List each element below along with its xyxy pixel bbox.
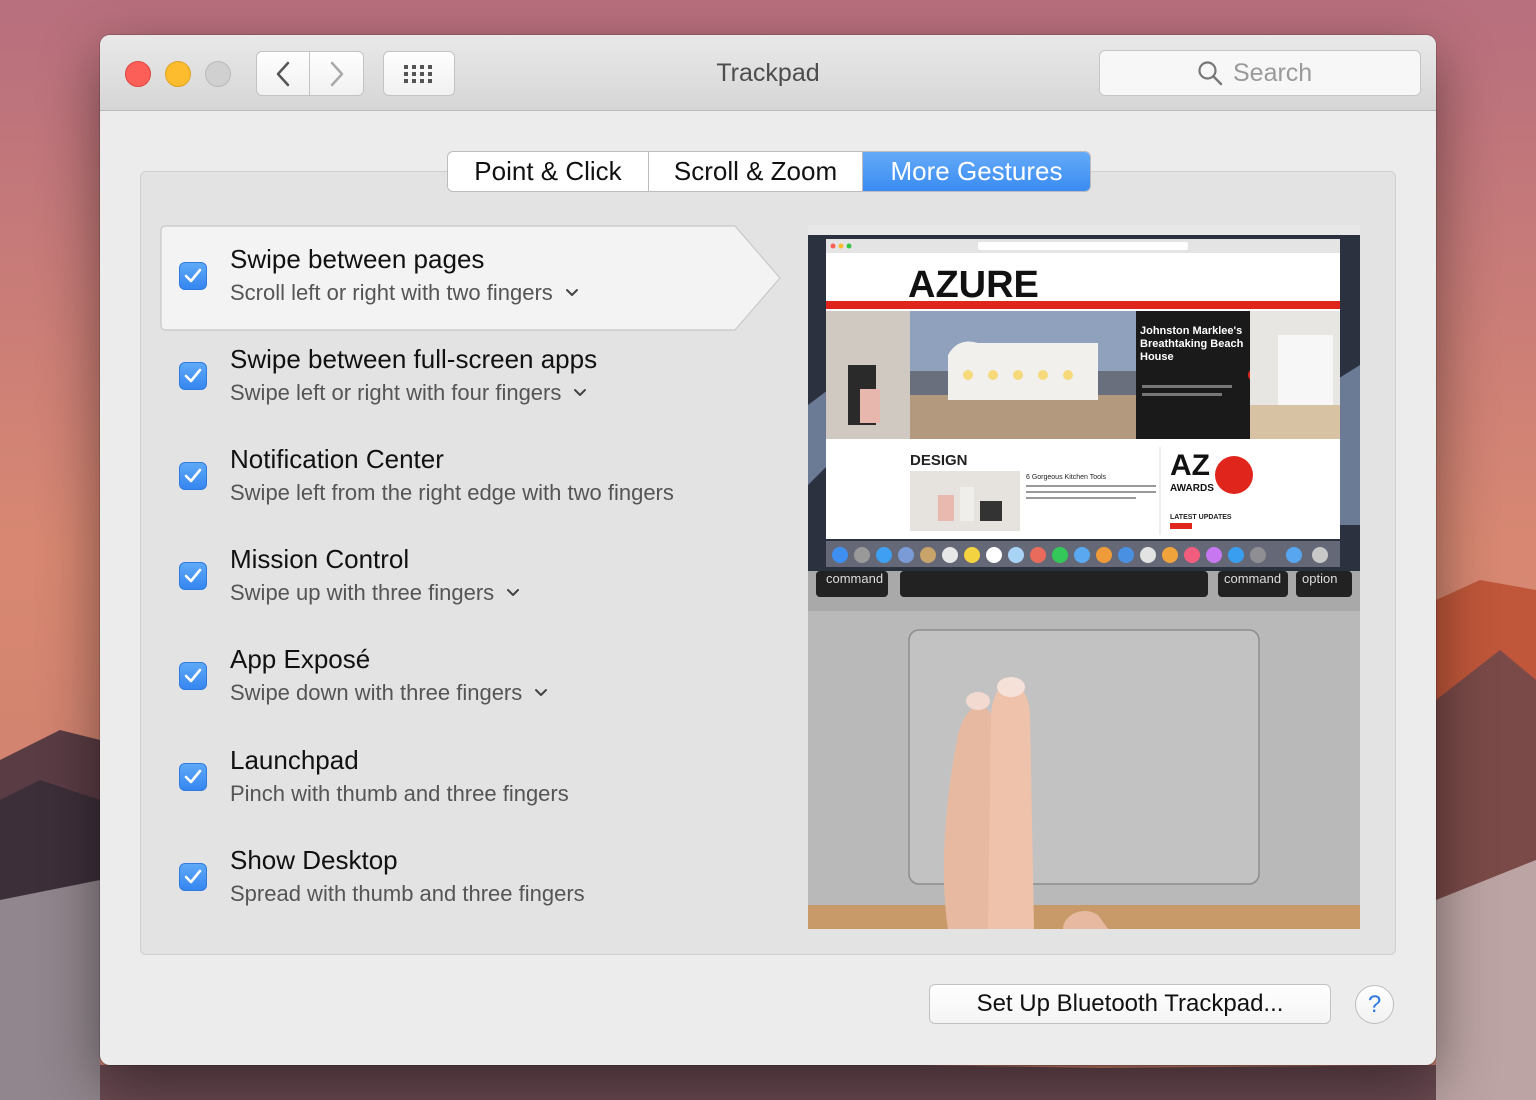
title-bar: Trackpad <box>100 35 1436 111</box>
gesture-mission-control[interactable]: Mission Control Swipe up with three fing… <box>160 526 780 630</box>
gesture-option-popup[interactable]: Swipe left or right with four fingers <box>230 380 587 406</box>
article-title: 6 Gorgeous Kitchen Tools <box>1026 474 1107 481</box>
key-option: option <box>1302 571 1337 586</box>
gesture-description: Scroll left or right with two fingers <box>230 280 553 305</box>
hero-headline: Johnston Marklee's Breathtaking Beach Ho… <box>1140 325 1244 363</box>
gesture-checkbox[interactable] <box>179 362 207 390</box>
gesture-checkbox[interactable] <box>179 562 207 590</box>
gesture-title: Swipe between full-screen apps <box>230 344 598 374</box>
chevron-down-icon <box>565 289 578 296</box>
tab-more-gestures[interactable]: More Gestures <box>863 152 1090 191</box>
gesture-checkbox[interactable] <box>179 462 207 490</box>
chevron-down-icon <box>535 689 548 696</box>
tab-scroll-zoom[interactable]: Scroll & Zoom <box>649 152 863 191</box>
az-awards-logo: AZ <box>1170 449 1210 482</box>
gesture-swipe-full-screen-apps[interactable]: Swipe between full-screen apps Swipe lef… <box>160 326 780 430</box>
checkmark-icon <box>184 869 202 884</box>
checkmark-icon <box>184 568 202 583</box>
gesture-title: Launchpad <box>230 745 359 775</box>
dock-icons <box>832 547 1328 563</box>
key-command-right: command <box>1224 571 1281 586</box>
gesture-notification-center[interactable]: Notification Center Swipe left from the … <box>160 426 780 530</box>
chevron-down-icon <box>507 589 520 596</box>
gesture-checkbox[interactable] <box>179 662 207 690</box>
gesture-option-popup[interactable]: Swipe up with three fingers <box>230 580 520 606</box>
gesture-description: Swipe left from the right edge with two … <box>230 480 674 505</box>
tab-bar: Point & Click Scroll & Zoom More Gesture… <box>447 151 1091 192</box>
key-command-left: command <box>826 571 883 586</box>
gesture-option-popup[interactable]: Swipe down with three fingers <box>230 680 548 706</box>
gesture-option-popup[interactable]: Scroll left or right with two fingers <box>230 280 579 306</box>
search-input[interactable] <box>1233 58 1323 88</box>
design-section-label: DESIGN <box>910 452 968 469</box>
gesture-launchpad[interactable]: Launchpad Pinch with thumb and three fin… <box>160 727 780 831</box>
checkmark-icon <box>184 769 202 784</box>
setup-bluetooth-trackpad-button[interactable]: Set Up Bluetooth Trackpad... <box>929 984 1331 1024</box>
gesture-swipe-between-pages[interactable]: Swipe between pages Scroll left or right… <box>160 226 780 330</box>
gesture-description: Swipe left or right with four fingers <box>230 380 562 405</box>
gesture-description: Pinch with thumb and three fingers <box>230 781 569 806</box>
gesture-description: Spread with thumb and three fingers <box>230 881 585 906</box>
search-icon <box>1198 61 1223 86</box>
gesture-show-desktop[interactable]: Show Desktop Spread with thumb and three… <box>160 827 780 931</box>
tab-point-click[interactable]: Point & Click <box>448 152 649 191</box>
gesture-title: Swipe between pages <box>230 244 485 274</box>
azure-logo: AZURE <box>908 264 1039 306</box>
az-awards-sub: AWARDS <box>1170 483 1214 494</box>
gesture-checkbox[interactable] <box>179 863 207 891</box>
latest-updates-label: LATEST UPDATES <box>1170 514 1232 521</box>
gesture-title: Notification Center <box>230 444 444 474</box>
gesture-title: App Exposé <box>230 644 371 674</box>
gesture-title: Show Desktop <box>230 845 398 875</box>
checkmark-icon <box>184 668 202 683</box>
preferences-window: Trackpad Point & Click Scroll & Zoom Mor… <box>100 35 1436 1065</box>
gesture-description: Swipe down with three fingers <box>230 680 523 705</box>
gesture-checkbox[interactable] <box>179 763 207 791</box>
gesture-preview-video: AZURE Johnston Marklee's Breathtaking Be… <box>808 225 1360 929</box>
checkmark-icon <box>184 368 202 383</box>
checkmark-icon <box>184 268 202 283</box>
gesture-checkbox[interactable] <box>179 262 207 290</box>
chevron-down-icon <box>574 389 587 396</box>
search-field[interactable] <box>1099 50 1421 96</box>
checkmark-icon <box>184 468 202 483</box>
gesture-app-expose[interactable]: App Exposé Swipe down with three fingers <box>160 626 780 730</box>
help-button[interactable]: ? <box>1355 985 1394 1024</box>
gesture-description: Swipe up with three fingers <box>230 580 495 605</box>
gesture-title: Mission Control <box>230 544 410 574</box>
preview-illustration: AZURE Johnston Marklee's Breathtaking Be… <box>808 225 1360 929</box>
